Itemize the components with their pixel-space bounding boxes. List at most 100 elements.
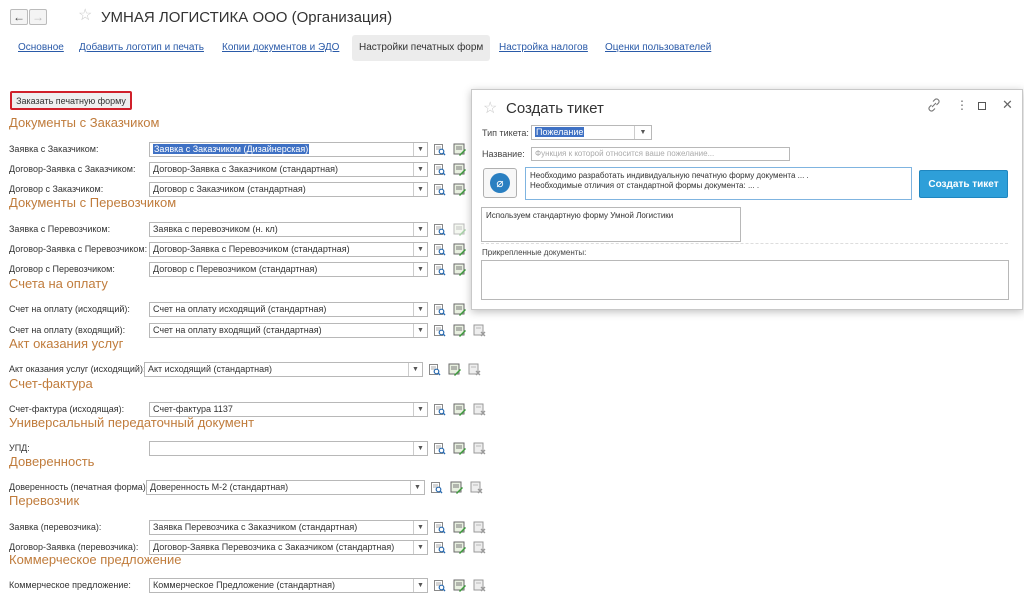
preview-icon[interactable] xyxy=(432,302,446,316)
preview-icon[interactable] xyxy=(432,578,446,592)
edit-form-icon[interactable] xyxy=(447,362,461,376)
edit-form-icon[interactable] xyxy=(452,540,466,554)
edit-form-icon[interactable] xyxy=(452,323,466,337)
delete-form-icon[interactable] xyxy=(467,362,481,376)
chevron-down-icon[interactable]: ▼ xyxy=(410,481,424,494)
print-form-select[interactable]: Заявка с перевозчиком (н. кл) ▼ xyxy=(149,222,428,237)
maximize-icon[interactable] xyxy=(978,102,986,110)
print-form-select[interactable]: Доверенность М-2 (стандартная) ▼ xyxy=(146,480,425,495)
chevron-down-icon[interactable]: ▼ xyxy=(634,126,651,139)
print-form-select[interactable]: Счет на оплату входящий (стандартная) ▼ xyxy=(149,323,428,338)
delete-form-icon[interactable] xyxy=(472,441,486,455)
tab-logo[interactable]: Добавить логотип и печать xyxy=(79,41,204,55)
back-button[interactable]: ← xyxy=(10,9,28,25)
print-form-select[interactable]: Договор-Заявка с Перевозчиком (стандартн… xyxy=(149,242,428,257)
ticket-description-textarea[interactable]: Необходимо разработать индивидуальную пе… xyxy=(525,167,912,200)
tab-main[interactable]: Основное xyxy=(18,41,64,55)
tab-copies[interactable]: Копии документов и ЭДО xyxy=(222,41,339,55)
edit-form-icon[interactable] xyxy=(452,302,466,316)
print-form-select[interactable]: Заявка с Заказчиком (Дизайнерская) ▼ xyxy=(149,142,428,157)
edit-form-icon[interactable] xyxy=(452,182,466,196)
edit-form-icon[interactable] xyxy=(452,402,466,416)
chevron-down-icon[interactable]: ▼ xyxy=(413,143,427,156)
chevron-down-icon[interactable]: ▼ xyxy=(413,223,427,236)
print-form-select[interactable]: Акт исходящий (стандартная) ▼ xyxy=(144,362,423,377)
preview-icon[interactable] xyxy=(432,540,446,554)
preview-icon[interactable] xyxy=(432,441,446,455)
name-input[interactable]: Функция к которой относится ваше пожелан… xyxy=(531,147,790,161)
preview-icon[interactable] xyxy=(432,323,446,337)
dialog-title: Создать тикет xyxy=(506,100,604,117)
print-form-select[interactable]: Коммерческое Предложение (стандартная) ▼ xyxy=(149,578,428,593)
order-print-form-button[interactable]: Заказать печатную форму xyxy=(10,91,132,110)
chevron-down-icon[interactable]: ▼ xyxy=(413,579,427,592)
link-icon[interactable] xyxy=(927,98,941,115)
tab-ratings[interactable]: Оценки пользователей xyxy=(605,41,711,55)
print-form-select[interactable]: Заявка Перевозчика с Заказчиком (стандар… xyxy=(149,520,428,535)
preview-icon[interactable] xyxy=(432,142,446,156)
print-form-select[interactable]: Договор-Заявка Перевозчика с Заказчиком … xyxy=(149,540,428,555)
tab-taxes[interactable]: Настройка налогов xyxy=(499,41,588,55)
edit-form-icon[interactable] xyxy=(452,162,466,176)
print-form-select[interactable]: Договор с Заказчиком (стандартная) ▼ xyxy=(149,182,428,197)
print-form-select[interactable]: Счет-фактура 1137 ▼ xyxy=(149,402,428,417)
arrow-left-icon: ← xyxy=(13,10,25,24)
print-form-select[interactable]: ▼ xyxy=(149,441,428,456)
print-form-select[interactable]: Договор с Перевозчиком (стандартная) ▼ xyxy=(149,262,428,277)
edit-form-icon[interactable] xyxy=(452,441,466,455)
print-form-value: Счет-фактура 1137 xyxy=(153,404,233,414)
print-form-select[interactable]: Счет на оплату исходящий (стандартная) ▼ xyxy=(149,302,428,317)
edit-form-icon[interactable] xyxy=(452,142,466,156)
favorite-star-icon[interactable]: ☆ xyxy=(78,8,92,24)
edit-form-icon[interactable] xyxy=(452,578,466,592)
preview-icon[interactable] xyxy=(432,222,446,236)
delete-form-icon[interactable] xyxy=(472,520,486,534)
edit-form-icon[interactable] xyxy=(452,262,466,276)
chevron-down-icon[interactable]: ▼ xyxy=(413,183,427,196)
print-form-value: Договор с Перевозчиком (стандартная) xyxy=(153,264,318,274)
chevron-down-icon[interactable]: ▼ xyxy=(413,263,427,276)
chevron-down-icon[interactable]: ▼ xyxy=(413,541,427,554)
delete-form-icon[interactable] xyxy=(472,402,486,416)
edit-form-icon[interactable] xyxy=(452,222,466,236)
attached-documents-area[interactable] xyxy=(481,260,1009,300)
preview-icon[interactable] xyxy=(432,182,446,196)
preview-icon[interactable] xyxy=(432,242,446,256)
edit-form-icon[interactable] xyxy=(452,520,466,534)
close-icon[interactable]: ✕ xyxy=(1002,97,1013,113)
edit-form-icon[interactable] xyxy=(452,242,466,256)
tab-print-forms[interactable]: Настройки печатных форм xyxy=(352,35,491,61)
section-power-of-attorney: Доверенность xyxy=(9,454,95,469)
ticket-type-select[interactable]: Пожелание ▼ xyxy=(531,125,652,140)
arrow-right-icon: → xyxy=(32,10,44,24)
chevron-down-icon[interactable]: ▼ xyxy=(413,303,427,316)
preview-icon[interactable] xyxy=(432,520,446,534)
delete-form-icon[interactable] xyxy=(472,578,486,592)
preview-icon[interactable] xyxy=(429,480,443,494)
delete-form-icon[interactable] xyxy=(472,540,486,554)
forward-button[interactable]: → xyxy=(29,9,47,25)
print-form-select[interactable]: Договор-Заявка с Заказчиком (стандартная… xyxy=(149,162,428,177)
more-menu-icon[interactable]: ⋮ xyxy=(956,98,968,112)
chevron-down-icon[interactable]: ▼ xyxy=(408,363,422,376)
print-form-value: Договор с Заказчиком (стандартная) xyxy=(153,184,306,194)
attach-button[interactable]: ⌀ xyxy=(483,168,517,198)
chevron-down-icon[interactable]: ▼ xyxy=(413,324,427,337)
ticket-type-label: Тип тикета: xyxy=(482,128,529,138)
chevron-down-icon[interactable]: ▼ xyxy=(413,521,427,534)
separator xyxy=(481,243,1008,244)
comment-textarea[interactable]: Используем стандартную форму Умной Логис… xyxy=(481,207,741,242)
chevron-down-icon[interactable]: ▼ xyxy=(413,243,427,256)
chevron-down-icon[interactable]: ▼ xyxy=(413,163,427,176)
edit-form-icon[interactable] xyxy=(449,480,463,494)
preview-icon[interactable] xyxy=(432,402,446,416)
preview-icon[interactable] xyxy=(432,262,446,276)
create-ticket-button[interactable]: Создать тикет xyxy=(919,170,1008,198)
preview-icon[interactable] xyxy=(432,162,446,176)
preview-icon[interactable] xyxy=(427,362,441,376)
chevron-down-icon[interactable]: ▼ xyxy=(413,442,427,455)
chevron-down-icon[interactable]: ▼ xyxy=(413,403,427,416)
delete-form-icon[interactable] xyxy=(472,323,486,337)
delete-form-icon[interactable] xyxy=(469,480,483,494)
favorite-star-icon[interactable]: ☆ xyxy=(483,101,497,117)
